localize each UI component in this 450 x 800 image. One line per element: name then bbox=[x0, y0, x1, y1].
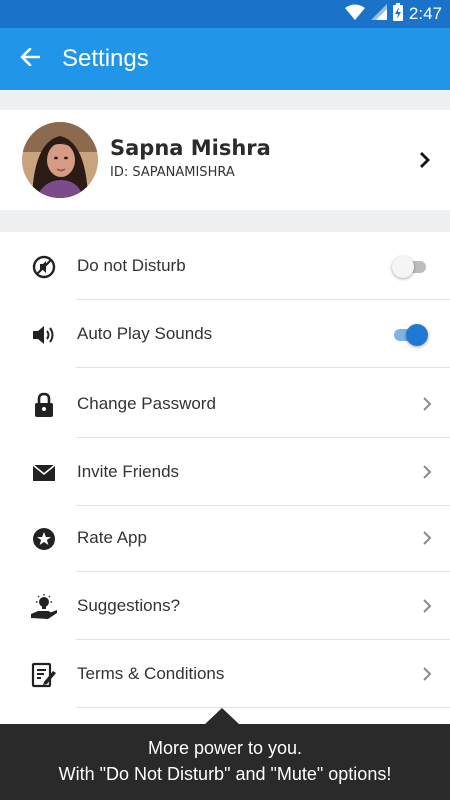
tooltip-arrow bbox=[204, 708, 240, 725]
status-icons: 2:47 bbox=[344, 2, 442, 26]
document-edit-icon bbox=[30, 662, 58, 688]
chevron-right-icon bbox=[422, 464, 432, 480]
profile-card[interactable]: Sapna Mishra ID: SAPANAMISHRA bbox=[0, 110, 450, 210]
settings-item-do-not-disturb[interactable]: Do not Disturb bbox=[0, 232, 450, 300]
tooltip-line-2: With "Do Not Disturb" and "Mute" options… bbox=[58, 764, 392, 784]
profile-name: Sapna Mishra bbox=[110, 136, 271, 160]
star-badge-icon bbox=[30, 526, 58, 552]
settings-item-label: Terms & Conditions bbox=[77, 664, 225, 683]
settings-item-label: Suggestions? bbox=[77, 596, 181, 615]
settings-item-label: Auto Play Sounds bbox=[77, 324, 213, 343]
do-not-disturb-icon bbox=[30, 254, 58, 280]
battery-charging-icon bbox=[392, 2, 403, 26]
lock-icon bbox=[30, 392, 58, 418]
settings-item-label: Change Password bbox=[77, 394, 216, 413]
do-not-disturb-toggle[interactable] bbox=[392, 256, 428, 278]
status-time: 2:47 bbox=[408, 4, 442, 23]
tooltip-line-1: More power to you. bbox=[147, 738, 303, 758]
envelope-icon bbox=[30, 460, 58, 486]
settings-item-auto-play-sounds[interactable]: Auto Play Sounds bbox=[0, 300, 450, 368]
chevron-right-icon bbox=[422, 530, 432, 546]
chevron-right-icon bbox=[418, 150, 432, 170]
app-bar: Settings bbox=[0, 28, 450, 90]
back-button[interactable] bbox=[14, 44, 46, 74]
signal-icon bbox=[370, 3, 387, 25]
divider bbox=[76, 367, 450, 368]
settings-item-terms-conditions[interactable]: Terms & Conditions bbox=[0, 640, 450, 708]
settings-item-label: Rate App bbox=[77, 528, 147, 547]
page-title: Settings bbox=[62, 45, 149, 72]
avatar bbox=[22, 122, 98, 198]
divider bbox=[76, 707, 450, 708]
auto-play-sounds-toggle[interactable] bbox=[392, 324, 428, 346]
chevron-right-icon bbox=[422, 396, 432, 412]
speaker-icon bbox=[30, 322, 58, 348]
section-divider bbox=[0, 210, 450, 232]
lightbulb-hand-icon bbox=[30, 594, 58, 620]
settings-item-label: Invite Friends bbox=[77, 462, 180, 481]
settings-item-suggestions[interactable]: Suggestions? bbox=[0, 572, 450, 640]
status-bar: 2:47 bbox=[0, 0, 450, 28]
wifi-icon bbox=[344, 4, 365, 25]
profile-id: ID: SAPANAMISHRA bbox=[110, 165, 235, 180]
section-divider bbox=[0, 90, 450, 110]
chevron-right-icon bbox=[422, 598, 432, 614]
feature-tooltip[interactable]: More power to you. With "Do Not Disturb"… bbox=[0, 724, 450, 800]
settings-item-invite-friends[interactable]: Invite Friends bbox=[0, 438, 450, 506]
settings-item-label: Do not Disturb bbox=[77, 256, 186, 275]
settings-item-change-password[interactable]: Change Password bbox=[0, 370, 450, 438]
settings-item-rate-app[interactable]: Rate App bbox=[0, 504, 450, 572]
back-arrow-icon bbox=[20, 47, 41, 71]
chevron-right-icon bbox=[422, 666, 432, 682]
